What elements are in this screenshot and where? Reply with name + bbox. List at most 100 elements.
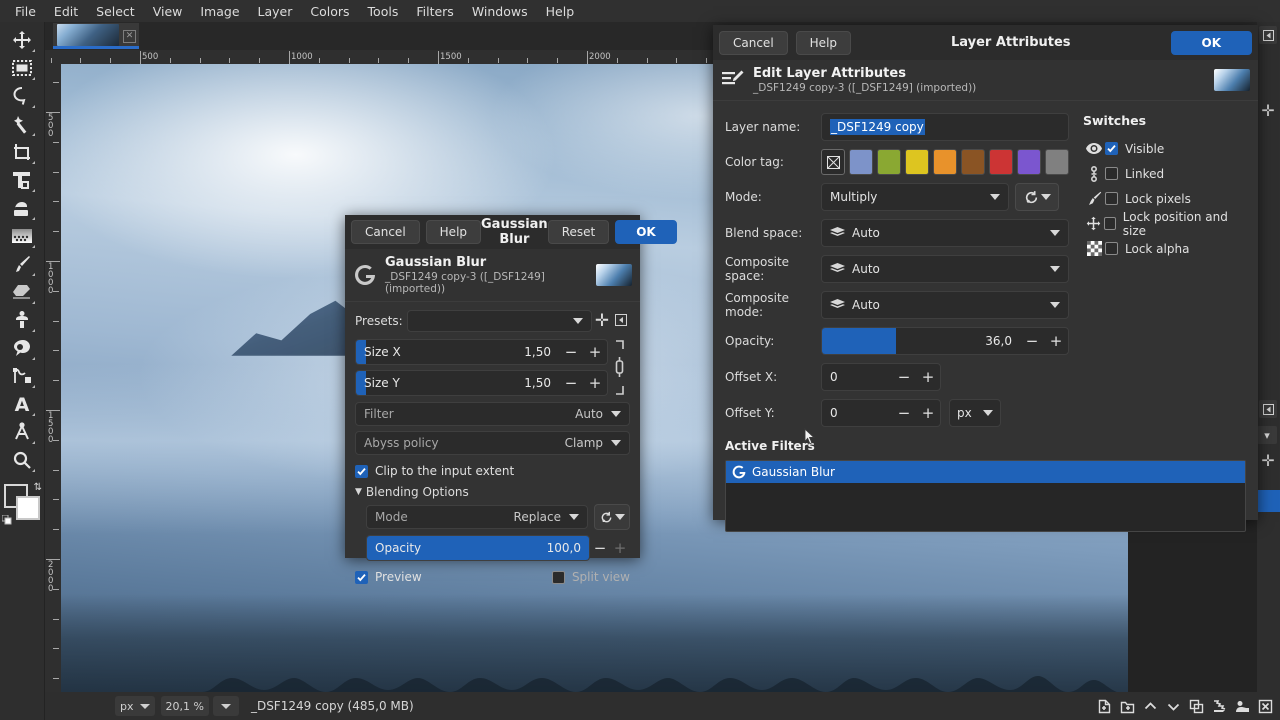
- color-tag-violet[interactable]: [1017, 149, 1041, 175]
- zoom-dropdown-button[interactable]: [212, 696, 239, 716]
- fuzzy-select-tool[interactable]: [7, 110, 37, 138]
- opacity-increment[interactable]: +: [1044, 332, 1068, 350]
- color-tag-orange[interactable]: [933, 149, 957, 175]
- menu-view[interactable]: View: [144, 2, 192, 21]
- switch-lock-pixels[interactable]: Lock pixels: [1083, 186, 1246, 211]
- new-layer-group-button[interactable]: [1117, 696, 1138, 717]
- presets-dropdown[interactable]: [407, 310, 592, 332]
- close-icon[interactable]: ✕: [123, 30, 136, 43]
- size-y-decrement[interactable]: −: [559, 374, 583, 392]
- offset-y-decrement[interactable]: −: [892, 404, 916, 422]
- rectangle-select-tool[interactable]: [7, 54, 37, 82]
- mode-revert-button[interactable]: [1015, 183, 1059, 211]
- paintbrush-tool[interactable]: [7, 250, 37, 278]
- color-tag-blue[interactable]: [849, 149, 873, 175]
- menu-colors[interactable]: Colors: [301, 2, 358, 21]
- cancel-button[interactable]: Cancel: [351, 220, 420, 244]
- chevron-down-icon[interactable]: ▾: [1257, 426, 1277, 444]
- switch-visible[interactable]: Visible: [1083, 136, 1246, 161]
- menu-windows[interactable]: Windows: [463, 2, 537, 21]
- lower-layer-button[interactable]: [1163, 696, 1184, 717]
- switch-linked[interactable]: Linked: [1083, 161, 1246, 186]
- blending-options-expander[interactable]: ▼ Blending Options: [355, 485, 630, 499]
- gradient-tool[interactable]: [7, 222, 37, 250]
- size-x-decrement[interactable]: −: [559, 343, 583, 361]
- zoom-tool[interactable]: [7, 446, 37, 474]
- size-y-increment[interactable]: +: [583, 374, 607, 392]
- color-tag-red[interactable]: [989, 149, 1013, 175]
- filter-dropdown[interactable]: Filter Auto: [355, 402, 630, 426]
- menu-help[interactable]: Help: [537, 2, 584, 21]
- preset-menu-button[interactable]: [612, 313, 630, 329]
- color-tag-green[interactable]: [877, 149, 901, 175]
- color-tag-brown[interactable]: [961, 149, 985, 175]
- color-tag-none[interactable]: [821, 149, 845, 175]
- blend-mode-revert-button[interactable]: [594, 504, 630, 530]
- menu-filters[interactable]: Filters: [407, 2, 462, 21]
- menu-image[interactable]: Image: [191, 2, 248, 21]
- unit-selector[interactable]: px: [115, 696, 155, 716]
- size-x-spinner[interactable]: Size X 1,50 − +: [355, 339, 608, 365]
- split-view-checkbox[interactable]: Split view: [551, 570, 630, 584]
- layer-name-input[interactable]: _DSF1249 copy: [821, 113, 1069, 141]
- dock-menu-button-2[interactable]: [1259, 400, 1277, 418]
- free-select-tool[interactable]: [7, 82, 37, 110]
- menu-select[interactable]: Select: [87, 2, 144, 21]
- active-filters-list[interactable]: Gaussian Blur: [725, 460, 1246, 532]
- raise-layer-button[interactable]: [1140, 696, 1161, 717]
- smudge-tool[interactable]: [7, 334, 37, 362]
- blend-mode-dropdown[interactable]: Mode Replace: [366, 505, 588, 529]
- chain-link-icon[interactable]: [608, 339, 630, 396]
- opacity-slider[interactable]: 36,0 − +: [821, 327, 1069, 355]
- preview-checkbox[interactable]: Preview: [355, 570, 422, 584]
- vertical-ruler[interactable]: 5 0 01 0 0 01 5 0 02 0 0 02 5 0 03 0 0 0…: [45, 64, 61, 712]
- help-button[interactable]: Help: [795, 30, 852, 55]
- opacity-decrement[interactable]: −: [1020, 332, 1044, 350]
- offset-y-increment[interactable]: +: [916, 404, 940, 422]
- menu-file[interactable]: File: [6, 2, 45, 21]
- menu-edit[interactable]: Edit: [45, 2, 87, 21]
- switch-lock-alpha[interactable]: Lock alpha: [1083, 236, 1246, 261]
- ok-button[interactable]: OK: [615, 220, 677, 244]
- menu-tools[interactable]: Tools: [359, 2, 408, 21]
- paths-tool[interactable]: [7, 362, 37, 390]
- composite-space-dropdown[interactable]: Auto: [821, 255, 1069, 283]
- delete-layer-button[interactable]: [1255, 696, 1276, 717]
- color-tag-yellow[interactable]: [905, 149, 929, 175]
- swap-colors-icon[interactable]: ⇅: [34, 482, 42, 493]
- anchor-layer-button[interactable]: [1209, 696, 1230, 717]
- blend-opacity-decrement[interactable]: −: [590, 539, 610, 557]
- blend-opacity-increment[interactable]: +: [610, 539, 630, 557]
- clip-to-input-extent-checkbox[interactable]: Clip to the input extent: [355, 464, 630, 478]
- active-filter-item[interactable]: Gaussian Blur: [726, 461, 1245, 483]
- dock-menu-button[interactable]: [1259, 26, 1277, 44]
- duplicate-layer-button[interactable]: [1186, 696, 1207, 717]
- offset-x-decrement[interactable]: −: [892, 368, 916, 386]
- layer-mask-button[interactable]: [1232, 696, 1253, 717]
- switch-lock-position[interactable]: Lock position and size: [1083, 210, 1246, 238]
- blend-opacity-spinner[interactable]: Opacity 100,0: [366, 535, 590, 561]
- help-button[interactable]: Help: [425, 220, 482, 244]
- reset-button[interactable]: Reset: [547, 220, 610, 244]
- offset-x-spinner[interactable]: 0 − +: [821, 363, 941, 391]
- measure-tool[interactable]: [7, 418, 37, 446]
- ok-button[interactable]: OK: [1170, 30, 1252, 55]
- image-tab[interactable]: ✕: [53, 23, 139, 49]
- offset-y-spinner[interactable]: 0 − +: [821, 399, 941, 427]
- menu-layer[interactable]: Layer: [249, 2, 302, 21]
- move-tool[interactable]: [7, 26, 37, 54]
- reset-colors-icon[interactable]: [1, 514, 12, 525]
- add-preset-button[interactable]: ✛: [592, 311, 612, 331]
- abyss-policy-dropdown[interactable]: Abyss policy Clamp: [355, 431, 630, 455]
- add-tab-button[interactable]: ✛: [1259, 100, 1277, 120]
- text-tool[interactable]: A: [7, 390, 37, 418]
- mode-dropdown[interactable]: Multiply: [821, 183, 1009, 211]
- size-y-spinner[interactable]: Size Y 1,50 − +: [355, 370, 608, 396]
- blend-space-dropdown[interactable]: Auto: [821, 219, 1069, 247]
- eraser-tool[interactable]: [7, 278, 37, 306]
- background-color-swatch[interactable]: [16, 496, 40, 520]
- zoom-level-field[interactable]: 20,1 %: [160, 696, 209, 716]
- cancel-button[interactable]: Cancel: [719, 30, 788, 55]
- clone-tool[interactable]: [7, 306, 37, 334]
- offset-unit-dropdown[interactable]: px: [949, 399, 1001, 427]
